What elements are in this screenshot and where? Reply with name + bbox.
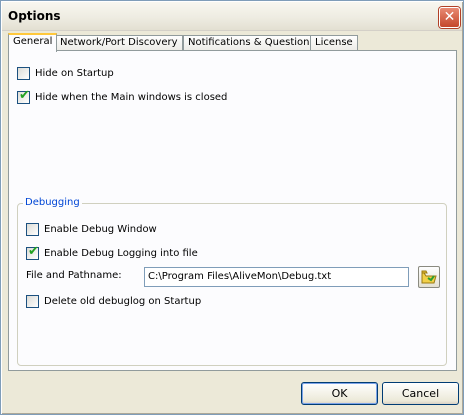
tab-notifications-questions[interactable]: Notifications & Questions — [183, 35, 320, 51]
enable-debug-window-option[interactable]: Enable Debug Window — [26, 223, 157, 236]
enable-debug-window-checkbox[interactable] — [26, 223, 39, 236]
general-tab-panel: Hide on Startup ✔ Hide when the Main win… — [8, 50, 457, 371]
tab-network-label: Network/Port Discovery — [60, 37, 178, 48]
folder-open-icon — [421, 270, 437, 284]
hide-on-startup-label: Hide on Startup — [35, 68, 114, 79]
tab-general[interactable]: General — [8, 33, 58, 52]
ok-button[interactable]: OK — [301, 382, 378, 405]
window-title: Options — [8, 9, 61, 23]
file-pathname-label: File and Pathname: — [26, 270, 122, 281]
enable-debug-window-label: Enable Debug Window — [44, 224, 157, 235]
file-pathname-input[interactable]: C:\Program Files\AliveMon\Debug.txt — [144, 267, 409, 287]
title-bar[interactable]: Options ✕ — [2, 2, 462, 31]
enable-debug-logging-label: Enable Debug Logging into file — [44, 248, 198, 259]
delete-old-debuglog-checkbox[interactable] — [26, 295, 39, 308]
tab-general-label: General — [13, 36, 53, 47]
tab-network-port-discovery[interactable]: Network/Port Discovery — [55, 35, 183, 51]
debugging-group-title: Debugging — [23, 197, 82, 208]
checkmark-icon: ✔ — [28, 244, 39, 259]
tab-license-label: License — [315, 37, 353, 48]
enable-debug-logging-option[interactable]: ✔ Enable Debug Logging into file — [26, 244, 198, 260]
tab-license[interactable]: License — [310, 35, 358, 51]
delete-old-debuglog-option[interactable]: Delete old debuglog on Startup — [26, 295, 201, 308]
hide-on-startup-option[interactable]: Hide on Startup — [17, 67, 114, 80]
tab-notifications-label: Notifications & Questions — [188, 37, 315, 48]
hide-when-closed-option[interactable]: ✔ Hide when the Main windows is closed — [17, 88, 228, 104]
enable-debug-logging-checkbox[interactable]: ✔ — [26, 244, 39, 260]
options-dialog: Options ✕ General Network/Port Discovery… — [0, 0, 464, 415]
hide-when-closed-label: Hide when the Main windows is closed — [35, 92, 228, 103]
hide-on-startup-checkbox[interactable] — [17, 67, 30, 80]
delete-old-debuglog-label: Delete old debuglog on Startup — [44, 296, 202, 307]
browse-file-button[interactable] — [418, 266, 440, 288]
cancel-button[interactable]: Cancel — [382, 382, 459, 405]
hide-when-closed-checkbox[interactable]: ✔ — [17, 88, 30, 104]
checkmark-icon: ✔ — [19, 88, 30, 103]
debugging-group: Debugging Enable Debug Window ✔ Enable D… — [17, 197, 447, 366]
close-button[interactable]: ✕ — [439, 7, 460, 28]
